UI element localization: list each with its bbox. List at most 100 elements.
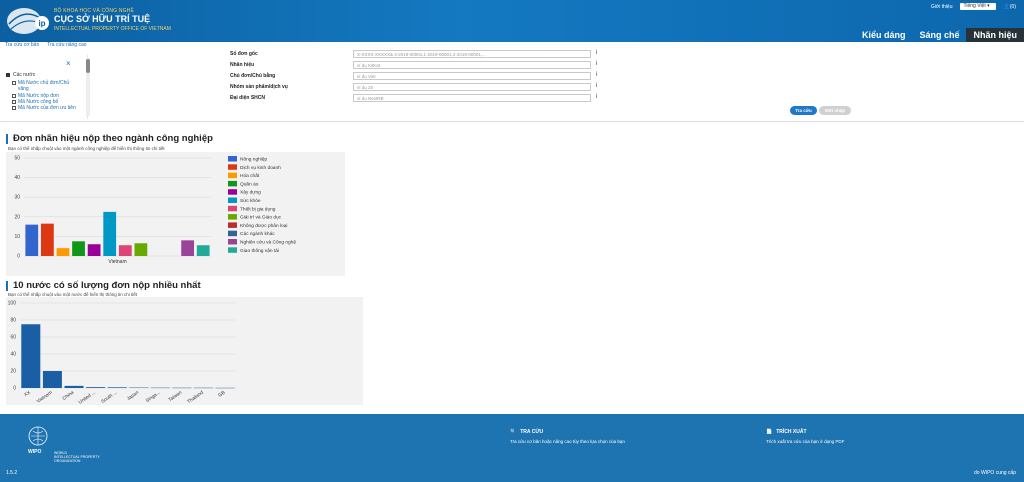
- legend-label[interactable]: Thiết bị gia dụng: [240, 206, 276, 212]
- bar-1[interactable]: [42, 371, 62, 388]
- provided-by[interactable]: do WIPO cung cấp: [974, 470, 1016, 476]
- collapse-icon: [6, 73, 10, 77]
- legend-label[interactable]: Không được phân loại: [240, 223, 287, 229]
- filter-option-priority-country[interactable]: Mã Nước của đơn ưu tiên: [12, 105, 76, 111]
- form-row-class: Nhóm sản phẩm/dịch vụ ví dụ 25 i: [230, 83, 610, 92]
- legend-label[interactable]: Nông nghiệp: [240, 157, 268, 163]
- info-icon[interactable]: i: [596, 72, 597, 78]
- legend-swatch[interactable]: [228, 180, 237, 187]
- info-icon[interactable]: i: [596, 94, 597, 100]
- bar-4[interactable]: [107, 387, 127, 388]
- bar-11[interactable]: [196, 245, 210, 256]
- country-chart-title: 10 nước có số lượng đơn nộp nhiều nhất: [6, 281, 201, 291]
- x-tick-label: XX: [23, 389, 32, 398]
- field-label: Nhãn hiệu: [230, 62, 255, 68]
- bar-7[interactable]: [134, 243, 148, 256]
- clear-button[interactable]: Mới nhập: [819, 106, 851, 115]
- form-row-owner: Chủ đơn/Chủ bằng ví dụ Viet i: [230, 72, 610, 81]
- legend-swatch[interactable]: [228, 189, 237, 195]
- bar-1[interactable]: [40, 223, 54, 256]
- filter-option-label: Mã Nước của đơn ưu tiên: [18, 105, 76, 111]
- language-value: Tiếng Việt: [963, 3, 986, 9]
- footer-export-title: 📄 TRÍCH XUẤT: [766, 429, 807, 435]
- filter-scroll-thumb[interactable]: [86, 59, 90, 73]
- legend-swatch[interactable]: [228, 247, 237, 253]
- legend-label[interactable]: Sức khỏe: [240, 197, 261, 204]
- info-icon[interactable]: i: [596, 83, 597, 89]
- legend-label[interactable]: Nghiên cứu và Công nghệ: [240, 240, 296, 246]
- checkbox[interactable]: [12, 93, 16, 98]
- bar-10[interactable]: [181, 240, 195, 256]
- field-label: Nhóm sản phẩm/dịch vụ: [230, 84, 288, 90]
- checkbox[interactable]: [12, 105, 16, 110]
- legend-label[interactable]: Giao thông vận tải: [240, 248, 279, 254]
- language-select[interactable]: Tiếng Việt ▾: [960, 3, 996, 10]
- search-icon: 🔍: [510, 429, 517, 435]
- y-tick-label: 30: [14, 195, 20, 201]
- legend-swatch[interactable]: [228, 239, 237, 245]
- bar-0[interactable]: [21, 324, 41, 388]
- info-icon[interactable]: i: [596, 61, 597, 67]
- bar-6[interactable]: [118, 245, 132, 256]
- x-tick-label: South ...: [100, 390, 118, 405]
- trademark-input[interactable]: ví dụ KitKat: [353, 61, 591, 69]
- tab-patent[interactable]: Sáng chế: [912, 28, 966, 42]
- bar-4[interactable]: [87, 244, 101, 256]
- legend-swatch[interactable]: [228, 205, 237, 212]
- main-tabs: Kiểu dáng Sáng chế Nhãn hiệu: [855, 28, 1024, 42]
- legend-swatch[interactable]: [228, 214, 237, 220]
- user-count: (0): [1009, 3, 1016, 10]
- legend-label[interactable]: Giải trí và Giáo dục: [240, 215, 282, 221]
- bar-2[interactable]: [56, 248, 70, 256]
- country-bar-chart[interactable]: 0 20 40 60 80 100 XX Vietnam China United ... Sout…: [6, 297, 363, 405]
- y-tick-label: 50: [14, 156, 20, 162]
- legend-swatch[interactable]: [228, 230, 237, 237]
- legend-label[interactable]: Quần áo: [240, 181, 259, 187]
- legend-label[interactable]: Hóa chất: [240, 173, 260, 179]
- application-number-input[interactable]: X-XXXX-XXXXX& 4-2019-00001,1-2019-00001,…: [353, 50, 591, 58]
- tab-industrial-design[interactable]: Kiểu dáng: [855, 28, 913, 42]
- ipvn-logo[interactable]: ip: [6, 6, 50, 36]
- agent-input[interactable]: ví dụ NestRB: [353, 94, 591, 102]
- info-icon[interactable]: i: [596, 50, 597, 56]
- legend-swatch[interactable]: [228, 222, 237, 228]
- class-input[interactable]: ví dụ 25: [353, 83, 591, 91]
- office-name-en: INTELLECTUAL PROPERTY OFFICE OF VIETNAM: [54, 26, 171, 32]
- field-label: Chủ đơn/Chủ bằng: [230, 73, 276, 79]
- legend-swatch[interactable]: [228, 156, 237, 162]
- filter-option-applicant-country[interactable]: Mã Nước chủ đơn/Chủ văng: [12, 80, 76, 92]
- bar-3[interactable]: [72, 241, 85, 256]
- bar-0[interactable]: [25, 224, 39, 256]
- bar-5[interactable]: [103, 211, 117, 256]
- close-icon[interactable]: ×: [66, 59, 71, 68]
- owner-input[interactable]: ví dụ Viet: [353, 72, 591, 80]
- advanced-search-link[interactable]: Tra cứu nâng cao: [47, 42, 86, 48]
- bar-3[interactable]: [86, 387, 106, 388]
- legend-swatch[interactable]: [228, 172, 237, 179]
- legend-swatch[interactable]: [228, 164, 237, 170]
- search-button[interactable]: Tra cứu: [790, 106, 817, 115]
- y-tick-label: 40: [14, 175, 20, 181]
- legend-label[interactable]: Dịch vụ kinh doanh: [240, 165, 281, 171]
- checkbox[interactable]: [12, 99, 16, 104]
- footer-search-desc: Tra cứu cơ bản hoặc nâng cao tùy theo lự…: [510, 439, 625, 444]
- divider: [0, 121, 1024, 122]
- industry-bar-chart[interactable]: 0 10 20 30 40 50 Vietnam Nông nghiệp Dịch vụ kin…: [6, 152, 345, 276]
- intro-link[interactable]: Giới thiệu: [931, 4, 953, 10]
- header: ip BỘ KHOA HỌC VÀ CÔNG NGHỆ CỤC SỞ HỮU T…: [0, 0, 1024, 42]
- wipo-logo-icon[interactable]: [28, 426, 48, 446]
- industry-chart-subtitle: Bạn có thể nhấp chuột vào một ngành công…: [8, 146, 165, 151]
- x-tick-label: Taiwan: [167, 390, 183, 404]
- countries-filter-title[interactable]: Các nước: [6, 72, 35, 78]
- x-tick-label: GB: [217, 390, 226, 399]
- basic-search-link[interactable]: Tra cứu cơ bản: [5, 42, 39, 48]
- legend-label[interactable]: Xây dựng: [240, 190, 261, 196]
- legend-swatch[interactable]: [228, 197, 237, 204]
- bar-2[interactable]: [64, 385, 84, 388]
- legend-label[interactable]: Các ngành khác: [240, 231, 275, 237]
- tab-trademark[interactable]: Nhãn hiệu: [966, 28, 1024, 42]
- y-tick-label: 20: [14, 214, 20, 220]
- user-menu[interactable]: 👤(0): [1004, 4, 1016, 10]
- y-tick-label: 100: [8, 301, 17, 307]
- checkbox[interactable]: [12, 80, 16, 85]
